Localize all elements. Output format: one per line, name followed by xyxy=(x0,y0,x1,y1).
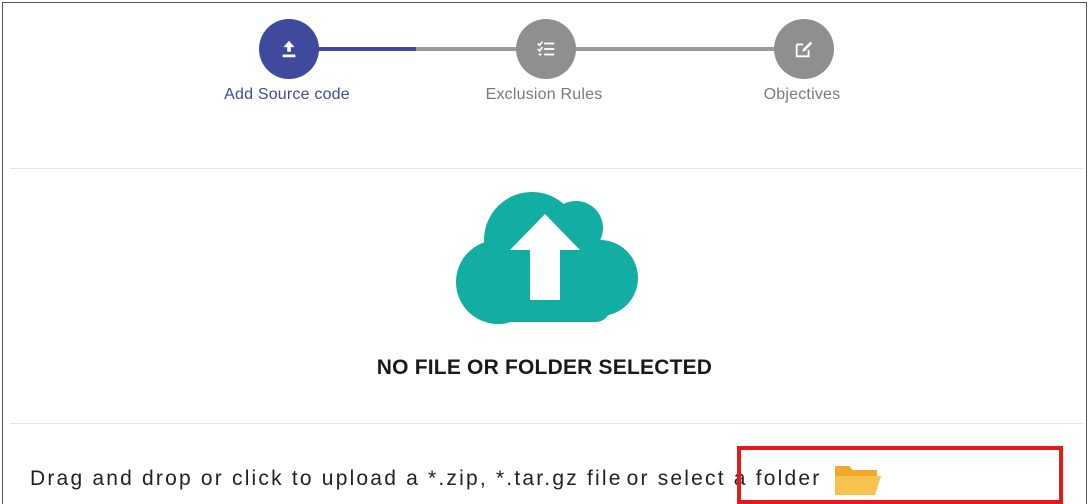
highlight-select-folder xyxy=(737,446,1063,504)
edit-icon xyxy=(795,41,813,58)
step-add-source-code[interactable] xyxy=(259,19,319,79)
step-label-add-source-code: Add Source code xyxy=(224,86,350,103)
step-label-exclusion-rules: Exclusion Rules xyxy=(485,86,603,103)
step-objectives[interactable] xyxy=(774,19,834,79)
cloud-upload-icon xyxy=(456,192,638,324)
step-exclusion-rules[interactable] xyxy=(516,19,576,79)
step-label-objectives: Objectives xyxy=(763,86,841,103)
upload-icon xyxy=(282,40,296,58)
checklist-icon xyxy=(537,41,555,56)
stepper: Add Source code Exclusion Rules Objectiv… xyxy=(0,0,1089,130)
upload-status-text: NO FILE OR FOLDER SELECTED xyxy=(376,356,713,379)
upload-instruction-text[interactable]: Drag and drop or click to upload a *.zip… xyxy=(30,467,623,491)
stepper-remaining-line xyxy=(416,47,776,51)
stepper-progress-line xyxy=(318,47,416,51)
